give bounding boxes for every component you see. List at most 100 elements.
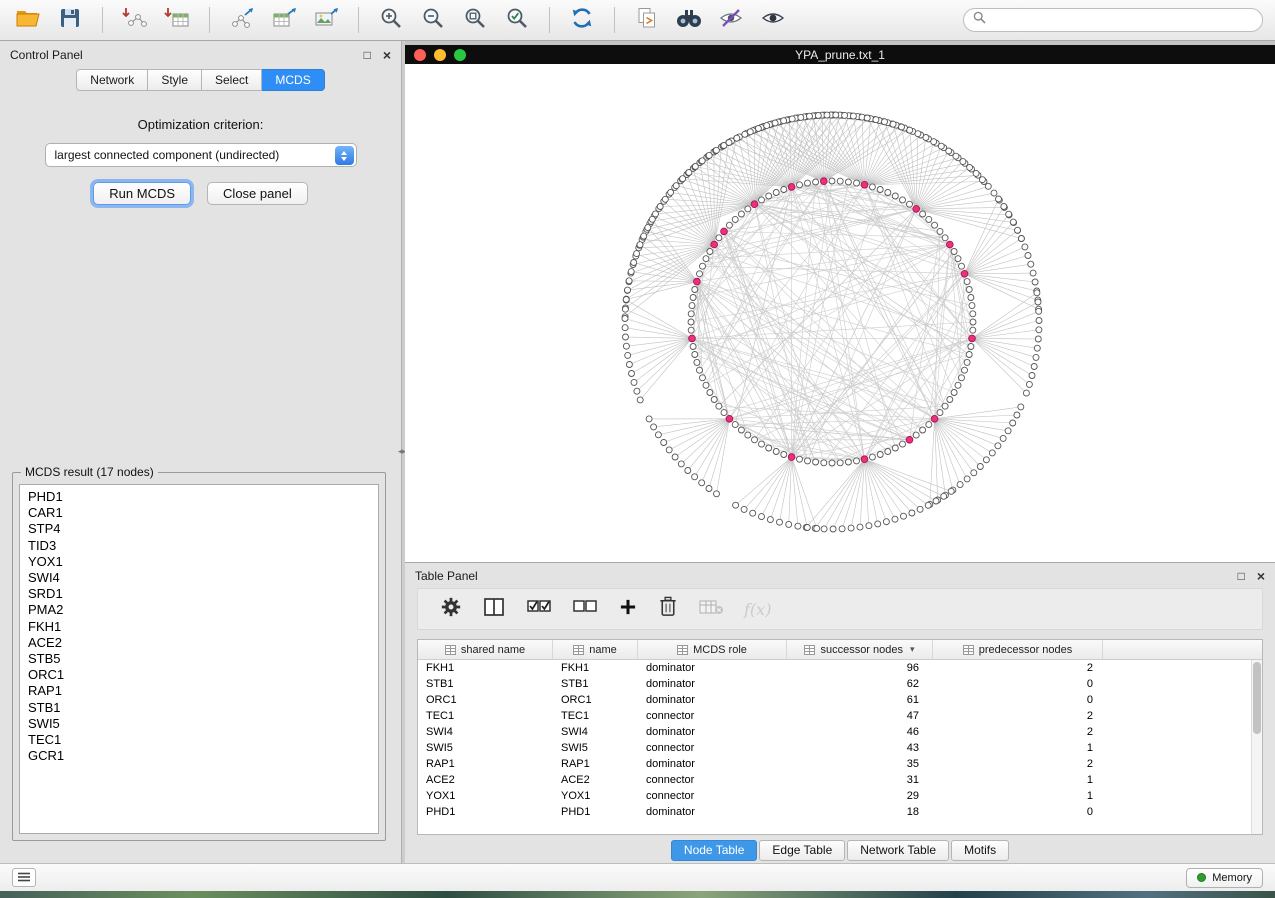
run-mcds-button[interactable]: Run MCDS (93, 182, 191, 205)
search-box[interactable] (963, 8, 1263, 32)
open-session-button[interactable] (12, 5, 44, 35)
fx-icon: f(x) (744, 600, 771, 619)
table-cell: 62 (787, 678, 933, 690)
zoom-fit-button[interactable] (459, 5, 491, 35)
column-header-MCDS-role[interactable]: MCDS role (638, 640, 787, 659)
mcds-result-item[interactable]: GCR1 (20, 748, 378, 764)
table-row[interactable]: STB1STB1dominator620 (418, 676, 1262, 692)
mcds-result-item[interactable]: ORC1 (20, 667, 378, 683)
search-input[interactable] (992, 13, 1253, 27)
mcds-result-item[interactable]: STB5 (20, 651, 378, 667)
clone-network-button[interactable] (631, 5, 663, 35)
save-session-button[interactable] (54, 5, 86, 35)
optimization-criterion-label: Optimization criterion: (0, 117, 401, 132)
table-row[interactable]: SWI4SWI4dominator462 (418, 724, 1262, 740)
tab-mcds[interactable]: MCDS (262, 69, 324, 91)
mcds-result-item[interactable]: TID3 (20, 538, 378, 554)
close-panel-button[interactable]: Close panel (207, 182, 308, 205)
import-network-button[interactable] (119, 5, 151, 35)
scrollbar-thumb[interactable] (1253, 662, 1261, 734)
show-columns-button[interactable] (482, 596, 506, 623)
mcds-result-item[interactable]: STB1 (20, 700, 378, 716)
column-header-name[interactable]: name (553, 640, 638, 659)
table-grid-icon (963, 645, 974, 655)
show-all-button[interactable] (757, 5, 789, 35)
mcds-result-item[interactable]: PMA2 (20, 602, 378, 618)
column-header-successor-nodes[interactable]: successor nodes▾ (787, 640, 933, 659)
splitter-handle-icon[interactable]: ◂▸ (398, 446, 405, 457)
table-cell: YOX1 (418, 790, 553, 802)
table-cell: SWI4 (553, 726, 638, 738)
tab-edge-table[interactable]: Edge Table (759, 840, 845, 861)
zoom-selected-button[interactable] (501, 5, 533, 35)
mcds-result-item[interactable]: SWI4 (20, 570, 378, 586)
mcds-result-item[interactable]: PHD1 (20, 489, 378, 505)
select-all-button[interactable] (526, 597, 552, 622)
table-row[interactable]: TEC1TEC1connector472 (418, 708, 1262, 724)
table-panel-title: Table Panel (415, 569, 478, 583)
refresh-view-button[interactable] (566, 5, 598, 35)
export-network-button[interactable] (226, 5, 258, 35)
mcds-result-item[interactable]: ACE2 (20, 635, 378, 651)
mcds-result-item[interactable]: YOX1 (20, 554, 378, 570)
mcds-result-list[interactable]: PHD1CAR1STP4TID3YOX1SWI4SRD1PMA2FKH1ACE2… (19, 484, 379, 834)
tab-network[interactable]: Network (76, 69, 148, 91)
network-titlebar[interactable]: YPA_prune.txt_1 (405, 45, 1275, 64)
tab-network-table[interactable]: Network Table (847, 840, 949, 861)
export-table-button[interactable] (268, 5, 300, 35)
tab-select[interactable]: Select (202, 69, 262, 91)
table-row[interactable]: YOX1YOX1connector291 (418, 788, 1262, 804)
deselect-all-button[interactable] (572, 597, 598, 622)
table-cell: dominator (638, 694, 787, 706)
export-image-button[interactable] (310, 5, 342, 35)
mcds-result-item[interactable]: TEC1 (20, 732, 378, 748)
column-header-shared-name[interactable]: shared name (418, 640, 553, 659)
mcds-result-item[interactable]: RAP1 (20, 683, 378, 699)
maximize-window-icon[interactable] (454, 49, 466, 61)
close-panel-icon[interactable]: × (1257, 570, 1265, 582)
float-panel-icon[interactable]: □ (364, 49, 371, 61)
close-window-icon[interactable] (414, 49, 426, 61)
list-icon (18, 869, 30, 887)
tab-node-table[interactable]: Node Table (671, 840, 758, 861)
column-header-predecessor-nodes[interactable]: predecessor nodes (933, 640, 1103, 659)
hide-selected-button[interactable] (715, 5, 747, 35)
delete-column-button[interactable] (658, 595, 678, 623)
zoom-out-button[interactable] (417, 5, 449, 35)
zoom-in-button[interactable] (375, 5, 407, 35)
tab-style[interactable]: Style (148, 69, 202, 91)
import-table-button[interactable] (161, 5, 193, 35)
table-cell: SWI4 (418, 726, 553, 738)
table-scrollbar[interactable] (1251, 660, 1262, 834)
mcds-result-item[interactable]: STP4 (20, 521, 378, 537)
mcds-result-item[interactable]: SRD1 (20, 586, 378, 602)
criterion-dropdown[interactable]: largest connected component (undirected) (45, 143, 357, 167)
close-panel-icon[interactable]: × (383, 49, 391, 61)
tab-motifs[interactable]: Motifs (951, 840, 1009, 861)
search-network-button[interactable] (673, 5, 705, 35)
refresh-icon (569, 6, 595, 35)
table-row[interactable]: ACE2ACE2connector311 (418, 772, 1262, 788)
network-graph[interactable] (405, 64, 1275, 562)
mcds-result-item[interactable]: CAR1 (20, 505, 378, 521)
table-settings-button[interactable] (440, 596, 462, 623)
table-row[interactable]: RAP1RAP1dominator352 (418, 756, 1262, 772)
mcds-result-item[interactable]: FKH1 (20, 619, 378, 635)
float-panel-icon[interactable]: □ (1238, 570, 1245, 582)
table-row[interactable]: SWI5SWI5connector431 (418, 740, 1262, 756)
search-icon (973, 11, 986, 29)
minimize-window-icon[interactable] (434, 49, 446, 61)
plus-icon (618, 597, 638, 622)
toolbar-separator (549, 7, 550, 33)
table-row[interactable]: FKH1FKH1dominator962 (418, 660, 1262, 676)
table-row[interactable]: ORC1ORC1dominator610 (418, 692, 1262, 708)
network-canvas[interactable] (405, 64, 1275, 562)
empty-boxes-icon (572, 597, 598, 622)
table-cell: 2 (933, 662, 1103, 674)
add-column-button[interactable] (618, 597, 638, 622)
table-row[interactable]: PHD1PHD1dominator180 (418, 804, 1262, 820)
panel-menu-button[interactable] (12, 868, 36, 887)
mcds-result-item[interactable]: SWI5 (20, 716, 378, 732)
floppy-disk-icon (59, 7, 81, 34)
memory-button[interactable]: Memory (1186, 868, 1263, 888)
